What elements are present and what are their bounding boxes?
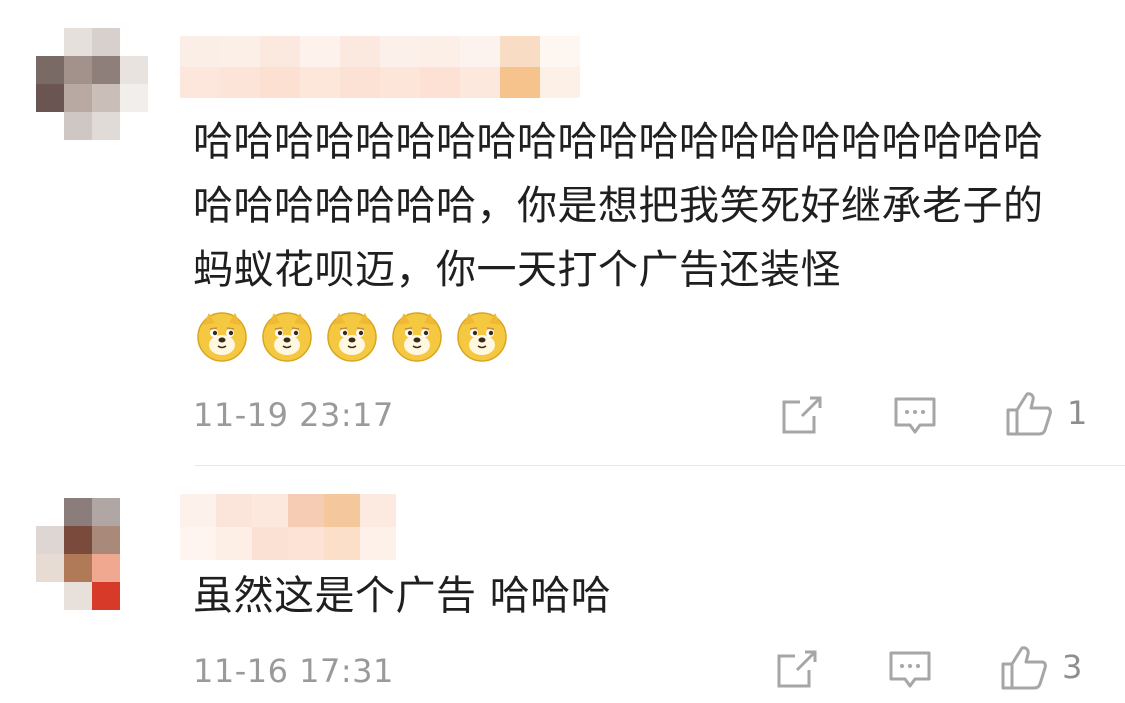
avatar[interactable] bbox=[36, 498, 148, 610]
thumbs-up-icon bbox=[1001, 646, 1047, 690]
comment-text: 哈哈哈哈哈哈哈哈哈哈哈哈哈哈哈哈哈哈哈哈哈哈哈哈哈哈哈哈，你是想把我笑死好继承老… bbox=[193, 110, 1053, 366]
like-count: 1 bbox=[1067, 394, 1088, 432]
comment-text: 虽然这是个广告 哈哈哈 bbox=[193, 573, 612, 619]
doge-emoji-icon bbox=[392, 312, 442, 362]
reply-button[interactable] bbox=[888, 650, 932, 690]
like-button[interactable]: 1 bbox=[1005, 390, 1087, 436]
reply-button[interactable] bbox=[893, 396, 937, 436]
thumbs-up-icon bbox=[1006, 392, 1052, 436]
doge-emoji-icon bbox=[457, 312, 507, 362]
doge-emoji-icon bbox=[262, 312, 312, 362]
comment-timestamp: 11-16 17:31 bbox=[193, 652, 394, 690]
comment-icon bbox=[889, 651, 931, 688]
like-button[interactable]: 3 bbox=[1000, 644, 1082, 690]
share-button[interactable] bbox=[780, 394, 824, 436]
doge-emoji-icon bbox=[327, 312, 377, 362]
comment-item: 虽然这是个广告 哈哈哈 11-16 17:31 3 bbox=[0, 466, 1125, 703]
comment-timestamp: 11-19 23:17 bbox=[193, 396, 394, 434]
share-icon bbox=[782, 396, 822, 434]
share-button[interactable] bbox=[775, 648, 819, 690]
doge-emoji-icon bbox=[197, 312, 247, 362]
share-icon bbox=[777, 650, 817, 688]
username-blurred[interactable] bbox=[180, 494, 430, 560]
emoji-group bbox=[195, 309, 509, 363]
like-count: 3 bbox=[1062, 648, 1083, 686]
comment-icon bbox=[894, 397, 936, 434]
username-blurred[interactable] bbox=[180, 36, 580, 98]
avatar[interactable] bbox=[36, 28, 148, 140]
comment-item: 哈哈哈哈哈哈哈哈哈哈哈哈哈哈哈哈哈哈哈哈哈哈哈哈哈哈哈哈，你是想把我笑死好继承老… bbox=[0, 0, 1125, 466]
